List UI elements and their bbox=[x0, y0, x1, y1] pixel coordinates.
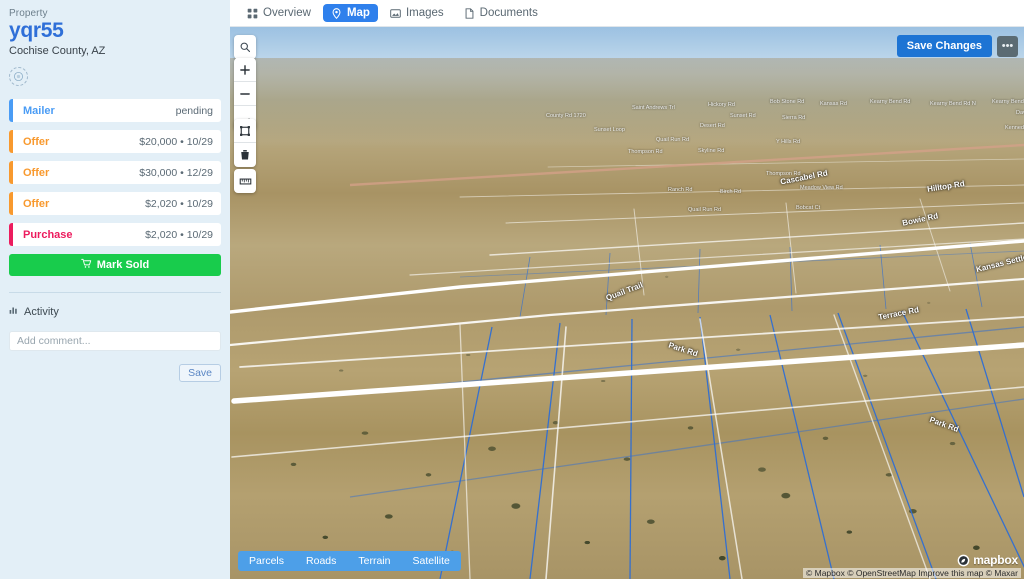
status-color-bar bbox=[9, 130, 13, 153]
tab-documents[interactable]: Documents bbox=[456, 4, 546, 22]
grid-icon bbox=[247, 8, 258, 19]
status-row-label: Offer bbox=[23, 198, 49, 210]
map-attribution: © Mapbox © OpenStreetMap Improve this ma… bbox=[797, 568, 1024, 579]
add-comment-input[interactable] bbox=[9, 331, 221, 351]
status-row-value: $20,000 • 10/29 bbox=[139, 136, 213, 148]
sidebar-divider bbox=[9, 292, 221, 293]
property-location: Cochise County, AZ bbox=[9, 45, 221, 57]
tab-overview[interactable]: Overview bbox=[239, 4, 319, 22]
ruler-icon[interactable] bbox=[234, 169, 256, 193]
trash-icon[interactable] bbox=[234, 143, 256, 167]
mapbox-logo[interactable]: mapbox bbox=[957, 553, 1018, 567]
layer-toggle-bar: ParcelsRoadsTerrainSatellite bbox=[238, 551, 461, 571]
layer-button-satellite[interactable]: Satellite bbox=[401, 551, 460, 571]
highway bbox=[350, 145, 1024, 185]
status-row-label: Offer bbox=[23, 136, 49, 148]
tab-label: Overview bbox=[263, 7, 311, 19]
status-color-bar bbox=[9, 223, 13, 246]
save-changes-button[interactable]: Save Changes bbox=[897, 35, 992, 57]
status-color-bar bbox=[9, 161, 13, 184]
activity-header: Activity bbox=[9, 305, 221, 318]
status-row-value: $2,020 • 10/29 bbox=[145, 229, 213, 241]
tab-bar: Overview Map Images Documents bbox=[230, 0, 1024, 27]
status-color-bar bbox=[9, 192, 13, 215]
status-row[interactable]: Purchase $2,020 • 10/29 bbox=[9, 223, 221, 246]
status-row[interactable]: Mailer pending bbox=[9, 99, 221, 122]
tab-label: Images bbox=[406, 7, 444, 19]
mapbox-wordmark: mapbox bbox=[973, 553, 1018, 567]
polygon-draw-icon[interactable] bbox=[234, 119, 256, 143]
image-icon bbox=[390, 8, 401, 19]
search-icon[interactable] bbox=[234, 35, 256, 59]
mark-sold-button[interactable]: Mark Sold bbox=[9, 254, 221, 276]
layer-button-terrain[interactable]: Terrain bbox=[347, 551, 401, 571]
map-vector-overlay bbox=[230, 27, 1024, 579]
mark-sold-label: Mark Sold bbox=[97, 259, 150, 271]
bar-chart-icon bbox=[9, 305, 19, 318]
map-draw-control bbox=[234, 119, 256, 167]
save-comment-button[interactable]: Save bbox=[179, 364, 221, 382]
activity-label: Activity bbox=[24, 306, 59, 318]
status-row-label: Offer bbox=[23, 167, 49, 179]
map-measure-control bbox=[234, 169, 256, 193]
main-pane: Overview Map Images Documents bbox=[230, 0, 1024, 579]
status-row-value: $2,020 • 10/29 bbox=[145, 198, 213, 210]
minus-icon[interactable] bbox=[234, 82, 256, 106]
status-row[interactable]: Offer $20,000 • 10/29 bbox=[9, 130, 221, 153]
property-map-app: Property yqr55 Cochise County, AZ Mailer… bbox=[0, 0, 1024, 579]
status-row[interactable]: Offer $30,000 • 12/29 bbox=[9, 161, 221, 184]
tab-label: Map bbox=[347, 7, 370, 19]
map-canvas[interactable]: Quail TrailPark RdPark RdKansas Settleme… bbox=[230, 27, 1024, 579]
status-row-list: Mailer pending Offer $20,000 • 10/29 Offer $3… bbox=[9, 99, 221, 246]
status-color-bar bbox=[9, 99, 13, 122]
cart-icon bbox=[81, 258, 92, 272]
status-row-label: Mailer bbox=[23, 105, 55, 117]
property-sidebar: Property yqr55 Cochise County, AZ Mailer… bbox=[0, 0, 230, 579]
document-icon bbox=[464, 8, 475, 19]
layer-button-roads[interactable]: Roads bbox=[295, 551, 347, 571]
section-label: Property bbox=[9, 8, 221, 19]
more-options-button[interactable]: ••• bbox=[997, 36, 1018, 57]
status-row-label: Purchase bbox=[23, 229, 73, 241]
status-row-value: $30,000 • 12/29 bbox=[139, 167, 213, 179]
map-search-control bbox=[234, 35, 256, 59]
map-action-bar: Save Changes ••• bbox=[897, 35, 1018, 57]
tab-label: Documents bbox=[480, 7, 538, 19]
status-row[interactable]: Offer $2,020 • 10/29 bbox=[9, 192, 221, 215]
plus-icon[interactable] bbox=[234, 58, 256, 82]
page-title: yqr55 bbox=[9, 20, 221, 42]
tab-images[interactable]: Images bbox=[382, 4, 452, 22]
map-pin-icon bbox=[331, 8, 342, 19]
roads bbox=[230, 159, 1024, 579]
attribution-text[interactable]: © Mapbox © OpenStreetMap Improve this ma… bbox=[803, 568, 1021, 578]
status-row-value: pending bbox=[176, 105, 213, 117]
image-placeholder-icon[interactable] bbox=[9, 67, 28, 86]
comment-actions: Save bbox=[9, 364, 221, 382]
tab-map[interactable]: Map bbox=[323, 4, 378, 22]
layer-button-parcels[interactable]: Parcels bbox=[238, 551, 295, 571]
